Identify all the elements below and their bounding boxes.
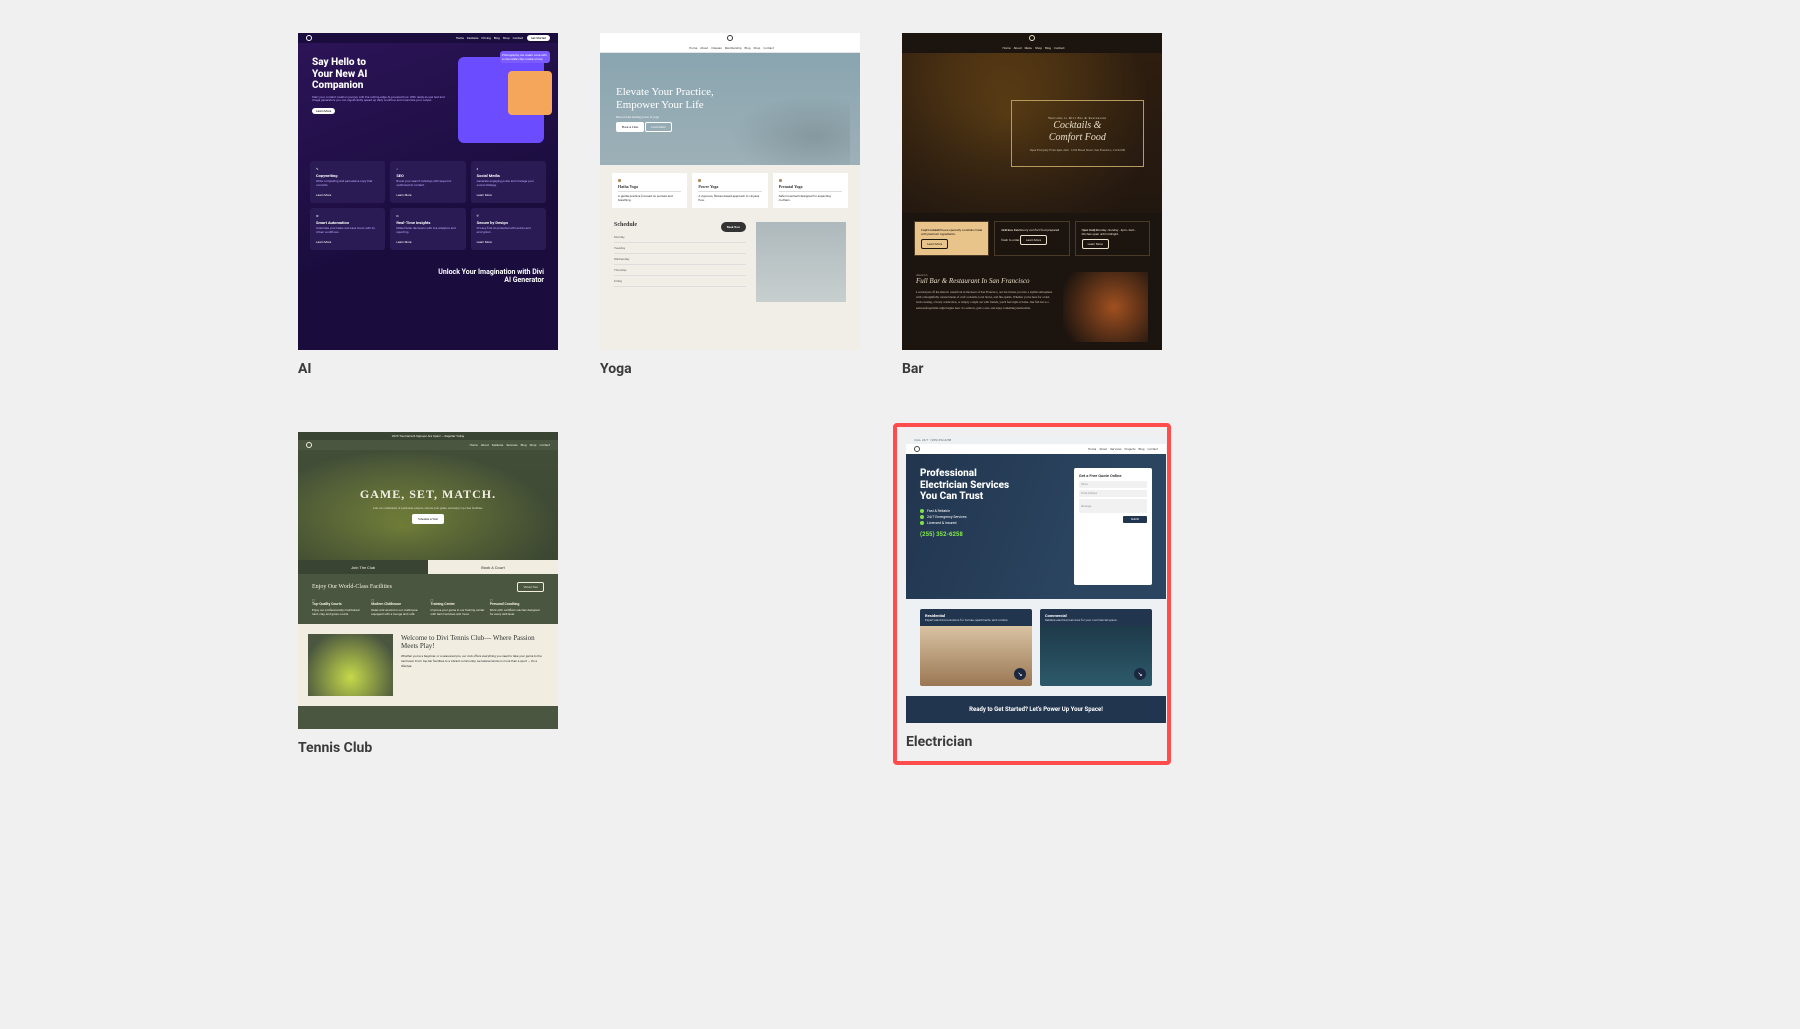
arrow-icon: ↘ bbox=[1134, 668, 1146, 680]
thumbnail-tennis[interactable]: 2025 Tournament Signups Are Open! — Regi… bbox=[298, 432, 558, 729]
arrow-icon: ↘ bbox=[1014, 668, 1026, 680]
gallery-item-bar: HomeAboutMenuShopBlogContact Welcome to … bbox=[902, 33, 1162, 377]
logo-icon bbox=[306, 35, 312, 41]
template-gallery: HomeFeaturesPricingBlogShopContact Get S… bbox=[0, 0, 1800, 756]
gallery-item-tennis: 2025 Tournament Signups Are Open! — Regi… bbox=[298, 432, 558, 756]
gallery-item-ai: HomeFeaturesPricingBlogShopContact Get S… bbox=[298, 33, 558, 377]
nav: HomeFeaturesPricingBlogShopContact Get S… bbox=[298, 33, 558, 43]
thumbnail-label: Electrician bbox=[906, 734, 1158, 750]
gallery-item-electrician-selected: CALL 24/7 • (255) 352-6258 HomeAboutServ… bbox=[893, 423, 1171, 765]
thumbnail-bar[interactable]: HomeAboutMenuShopBlogContact Welcome to … bbox=[902, 33, 1162, 350]
thumbnail-label: AI bbox=[298, 361, 558, 377]
thumbnail-label: Bar bbox=[902, 361, 1162, 377]
thumbnail-label: Yoga bbox=[600, 361, 860, 377]
thumbnail-label: Tennis Club bbox=[298, 740, 558, 756]
gallery-item-yoga: HomeAboutClassesMembershipBlogShopContac… bbox=[600, 33, 860, 377]
thumbnail-yoga[interactable]: HomeAboutClassesMembershipBlogShopContac… bbox=[600, 33, 860, 350]
thumbnail-electrician[interactable]: CALL 24/7 • (255) 352-6258 HomeAboutServ… bbox=[906, 436, 1166, 723]
nav: HomeAboutClassesMembershipBlogShopContac… bbox=[600, 43, 860, 53]
thumbnail-ai[interactable]: HomeFeaturesPricingBlogShopContact Get S… bbox=[298, 33, 558, 350]
